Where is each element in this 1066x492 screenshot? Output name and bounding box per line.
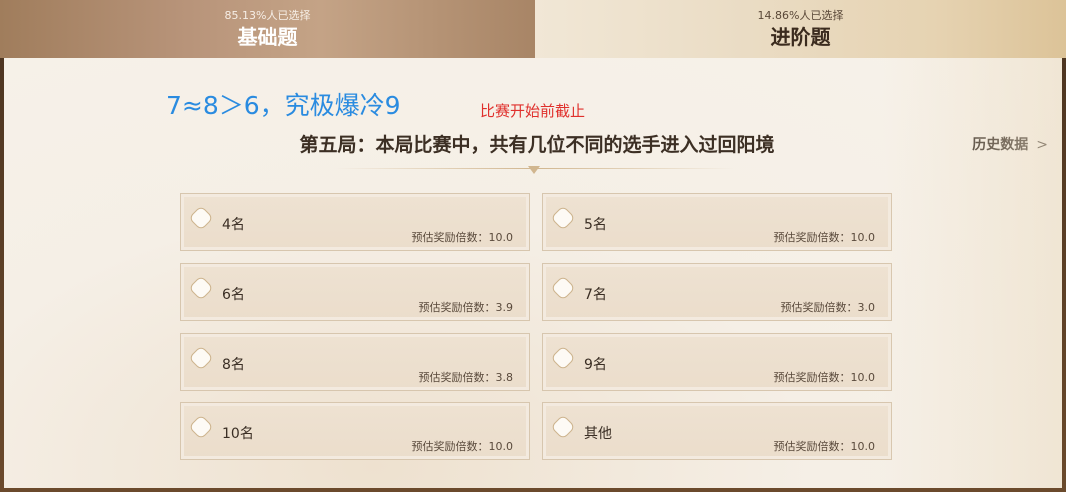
option-label: 9名 xyxy=(584,357,607,373)
option-odds: 预估奖励倍数：3.0 xyxy=(780,301,876,314)
option-label: 8名 xyxy=(222,357,245,373)
option-10[interactable]: 10名 预估奖励倍数：10.0 xyxy=(180,402,530,460)
option-odds: 预估奖励倍数：10.0 xyxy=(773,440,876,453)
option-odds: 预估奖励倍数：10.0 xyxy=(411,440,514,453)
history-data-link[interactable]: 历史数据 > xyxy=(972,134,1048,154)
tab-advanced-percent: 14.86%人已选择 xyxy=(757,9,844,22)
question-level-tabs: 85.13%人已选择 基础题 14.86%人已选择 进阶题 xyxy=(0,0,1066,58)
option-label: 6名 xyxy=(222,287,245,303)
tab-advanced-label: 进阶题 xyxy=(770,25,831,49)
question-panel: 7≈8＞6，究极爆冷9 比赛开始前截止 第五局：本局比赛中，共有几位不同的选手进… xyxy=(4,58,1062,488)
option-9[interactable]: 9名 预估奖励倍数：10.0 xyxy=(542,333,892,391)
overlay-note: 7≈8＞6，究极爆冷9 xyxy=(166,91,401,120)
option-5[interactable]: 5名 预估奖励倍数：10.0 xyxy=(542,193,892,251)
option-label: 4名 xyxy=(222,217,245,233)
option-odds: 预估奖励倍数：10.0 xyxy=(773,231,876,244)
chevron-right-icon: > xyxy=(1036,137,1048,153)
option-6[interactable]: 6名 预估奖励倍数：3.9 xyxy=(180,263,530,321)
radio-diamond-icon xyxy=(188,205,214,231)
option-4[interactable]: 4名 预估奖励倍数：10.0 xyxy=(180,193,530,251)
radio-diamond-icon xyxy=(550,414,576,440)
option-label: 5名 xyxy=(584,217,607,233)
option-odds: 预估奖励倍数：10.0 xyxy=(773,371,876,384)
option-label: 10名 xyxy=(222,426,254,442)
option-odds: 预估奖励倍数：3.9 xyxy=(418,301,514,314)
tab-basic-percent: 85.13%人已选择 xyxy=(224,9,311,22)
deadline-text: 比赛开始前截止 xyxy=(480,102,586,120)
question-divider-arrow xyxy=(528,166,540,174)
radio-diamond-icon xyxy=(188,345,214,371)
radio-diamond-icon xyxy=(550,275,576,301)
option-label: 其他 xyxy=(584,426,612,442)
radio-diamond-icon xyxy=(188,275,214,301)
tab-basic[interactable]: 85.13%人已选择 基础题 xyxy=(0,0,535,58)
radio-diamond-icon xyxy=(550,205,576,231)
history-data-label: 历史数据 xyxy=(972,137,1029,153)
question-title: 第五局：本局比赛中，共有几位不同的选手进入过回阳境 xyxy=(299,134,775,156)
option-label: 7名 xyxy=(584,287,607,303)
option-8[interactable]: 8名 预估奖励倍数：3.8 xyxy=(180,333,530,391)
option-other[interactable]: 其他 预估奖励倍数：10.0 xyxy=(542,402,892,460)
radio-diamond-icon xyxy=(188,414,214,440)
option-odds: 预估奖励倍数：3.8 xyxy=(418,371,514,384)
tab-basic-label: 基础题 xyxy=(237,25,298,49)
option-7[interactable]: 7名 预估奖励倍数：3.0 xyxy=(542,263,892,321)
option-odds: 预估奖励倍数：10.0 xyxy=(411,231,514,244)
radio-diamond-icon xyxy=(550,345,576,371)
question-title-row: 第五局：本局比赛中，共有几位不同的选手进入过回阳境 xyxy=(4,130,1066,157)
tab-advanced[interactable]: 14.86%人已选择 进阶题 xyxy=(535,0,1066,58)
app-frame: 85.13%人已选择 基础题 14.86%人已选择 进阶题 7≈8＞6，究极爆冷… xyxy=(0,0,1066,492)
